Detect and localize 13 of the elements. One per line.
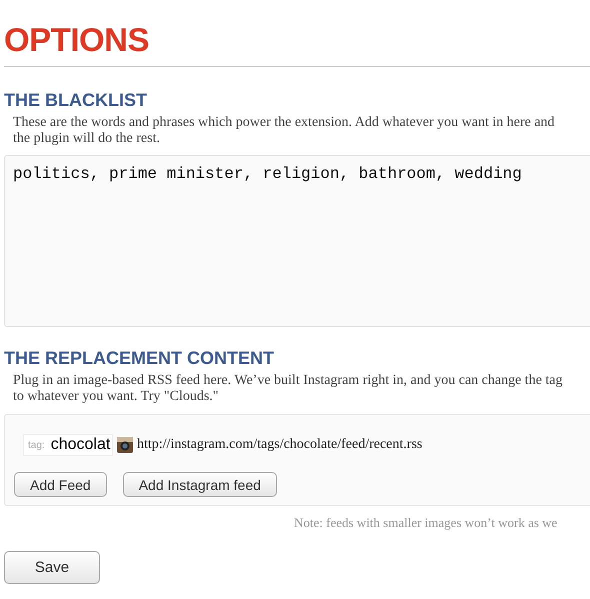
section-heading: THE BLACKLIST [4, 89, 148, 111]
page-title: OPTIONS [4, 20, 150, 58]
add-feed-button[interactable]: Add Feed [14, 472, 107, 497]
section-description: Plug in an image-based RSS feed here. We’ve built Instagram right in, and you can change the tag to whatever you want. Try "Clouds." [13, 373, 564, 405]
section-heading: THE REPLACEMENT CONTENT [4, 347, 275, 369]
section-description: These are the words and phrases which power the extension. Add whatever you want in here and the plugin will do the rest. [13, 115, 556, 147]
save-button[interactable]: Save [4, 551, 100, 584]
tag-field[interactable]: tag: chocolat [23, 434, 113, 456]
note-text: Note: feeds with smaller images won’t work as we [294, 515, 558, 531]
blacklist-field[interactable]: politics, prime minister, religion, bathroom, wedding [4, 155, 590, 327]
feed-url: http://instagram.com/tags/chocolate/feed/recent.rss [137, 437, 422, 453]
camera-icon [117, 437, 133, 453]
add-feed-button[interactable]: Add Instagram feed [122, 472, 277, 497]
